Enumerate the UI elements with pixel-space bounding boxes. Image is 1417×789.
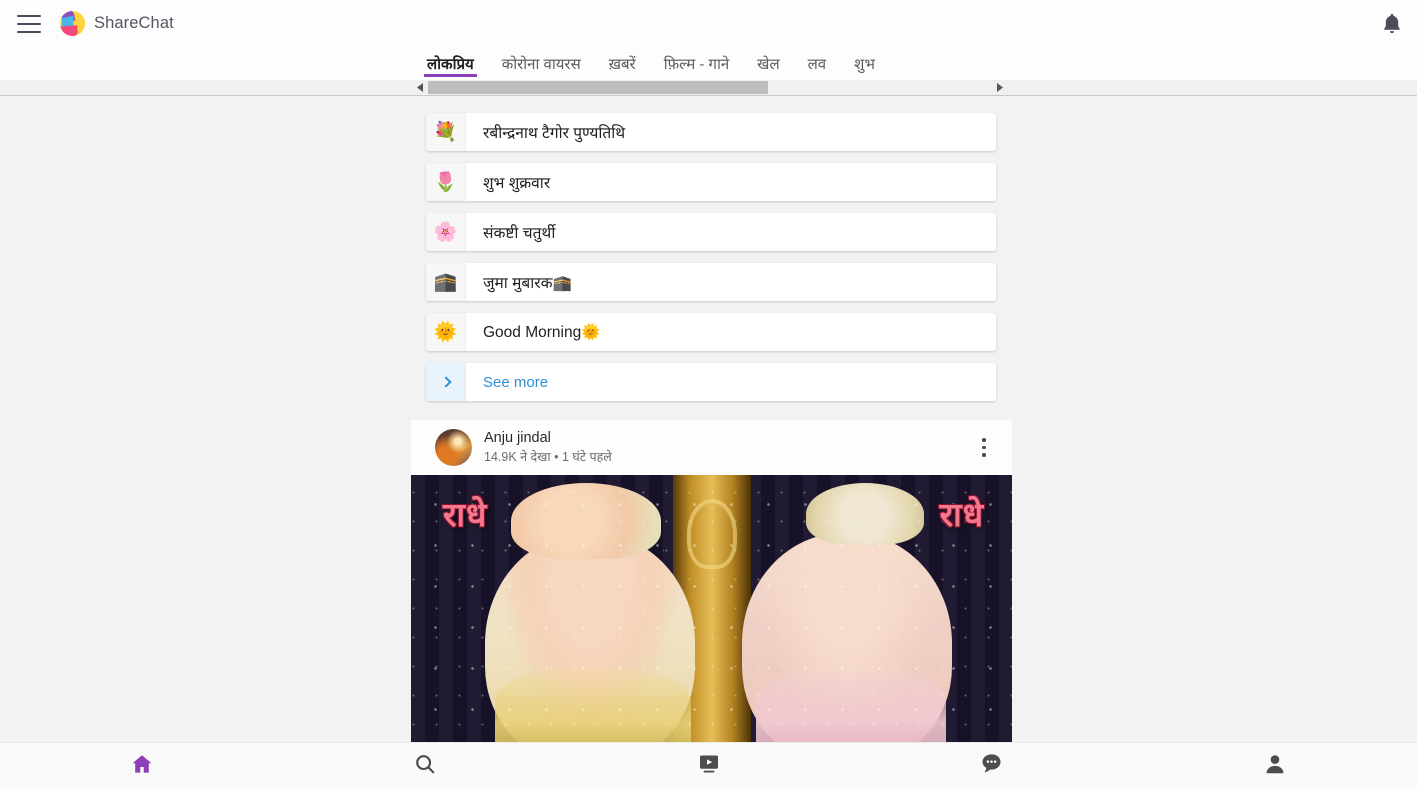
scroll-right-arrow-icon[interactable] [991, 80, 1007, 95]
nav-chat-button[interactable] [850, 743, 1133, 789]
topic-item-sankashti-chaturthi[interactable]: 🌸 संकष्टी चतुर्थी [426, 213, 996, 251]
nav-search-button[interactable] [283, 743, 566, 789]
chat-bubble-icon [979, 751, 1004, 781]
top-bar: ShareChat [0, 0, 1417, 47]
topic-label: शुभ शुक्रवार [483, 175, 551, 192]
brand-name: ShareChat [94, 14, 174, 32]
tab-film-gaane[interactable]: फ़िल्म - गाने [650, 47, 743, 74]
topic-item-shubh-shukravar[interactable]: 🌷 शुभ शुक्रवार [426, 163, 996, 201]
tab-label: कोरोना वायरस [501, 56, 581, 73]
post-image-text-right: राधे [939, 498, 984, 534]
tab-label: फ़िल्म - गाने [663, 56, 730, 73]
feed-content: 💐 रबीन्द्रनाथ टैगोर पुण्यतिथि 🌷 शुभ शुक्… [0, 97, 1417, 742]
tab-label: लव [807, 56, 827, 73]
notification-bell-icon[interactable] [1379, 11, 1405, 37]
video-icon [696, 751, 722, 782]
topic-item-good-morning[interactable]: 🌞 Good Morning🌞 [426, 313, 996, 351]
cherry-blossom-icon: 🌸 [426, 213, 466, 251]
feed-post: Anju jindal 14.9K ने देखा • 1 घंटे पहले … [411, 420, 1012, 742]
tab-khel[interactable]: खेल [743, 47, 793, 74]
post-image-text-left: राधे [443, 498, 488, 534]
home-icon [130, 752, 154, 781]
see-more-button[interactable]: See more [426, 363, 996, 401]
tulip-icon: 🌷 [426, 163, 466, 201]
tab-shubh[interactable]: शुभ [840, 47, 889, 74]
sun-with-face-icon: 🌞 [426, 313, 466, 351]
post-meta: Anju jindal 14.9K ने देखा • 1 घंटे पहले [484, 429, 612, 466]
tab-label: खेल [757, 56, 780, 73]
bouquet-icon: 💐 [426, 113, 466, 151]
nav-home-button[interactable] [0, 743, 283, 789]
sharechat-logo-icon [57, 8, 88, 39]
tab-label: शुभ [854, 56, 875, 73]
nav-profile-button[interactable] [1134, 743, 1417, 789]
sharechat-app: ShareChat लोकप्रिय कोरोना वायरस ख़बरें फ… [0, 0, 1417, 789]
horizontal-scrollbar[interactable] [0, 80, 1417, 96]
chevron-right-icon [426, 363, 466, 401]
avatar[interactable] [435, 429, 472, 466]
category-tab-strip[interactable]: लोकप्रिय कोरोना वायरस ख़बरें फ़िल्म - गा… [0, 47, 1417, 80]
tabs-container: लोकप्रिय कोरोना वायरस ख़बरें फ़िल्म - गा… [413, 47, 889, 80]
sparkle-overlay [411, 475, 1012, 742]
tab-corona-virus[interactable]: कोरोना वायरस [488, 47, 595, 74]
tab-lokpriya[interactable]: लोकप्रिय [413, 47, 488, 77]
search-icon [413, 752, 437, 781]
see-more-label: See more [483, 373, 549, 391]
kaaba-icon: 🕋 [426, 263, 466, 301]
tab-love[interactable]: लव [794, 47, 841, 74]
topic-label: संकष्टी चतुर्थी [483, 225, 556, 242]
bottom-navigation-bar [0, 742, 1417, 789]
topic-item-juma-mubarak[interactable]: 🕋 जुमा मुबारक🕋 [426, 263, 996, 301]
post-header: Anju jindal 14.9K ने देखा • 1 घंटे पहले [411, 420, 1012, 475]
more-options-icon[interactable] [973, 435, 995, 461]
post-author-name[interactable]: Anju jindal [484, 429, 612, 448]
tab-label: ख़बरें [608, 56, 636, 73]
post-stats: 14.9K ने देखा • 1 घंटे पहले [484, 450, 612, 464]
profile-icon [1263, 752, 1287, 781]
scroll-left-arrow-icon[interactable] [412, 80, 428, 95]
brand-logo[interactable]: ShareChat [57, 8, 174, 39]
topic-label: रबीन्द्रनाथ टैगोर पुण्यतिथि [483, 125, 626, 142]
tab-khabren[interactable]: ख़बरें [595, 47, 650, 74]
topic-item-rabindranath-tagore[interactable]: 💐 रबीन्द्रनाथ टैगोर पुण्यतिथि [426, 113, 996, 151]
topic-label: Good Morning🌞 [483, 323, 601, 341]
tab-label: लोकप्रिय [427, 56, 474, 73]
scrollbar-thumb[interactable] [428, 81, 768, 94]
nav-video-button[interactable] [567, 743, 850, 789]
post-image[interactable]: राधे राधे [411, 475, 1012, 742]
topic-label: जुमा मुबारक🕋 [483, 275, 572, 292]
hamburger-menu-icon[interactable] [17, 14, 41, 33]
topic-list: 💐 रबीन्द्रनाथ टैगोर पुण्यतिथि 🌷 शुभ शुक्… [426, 113, 996, 413]
